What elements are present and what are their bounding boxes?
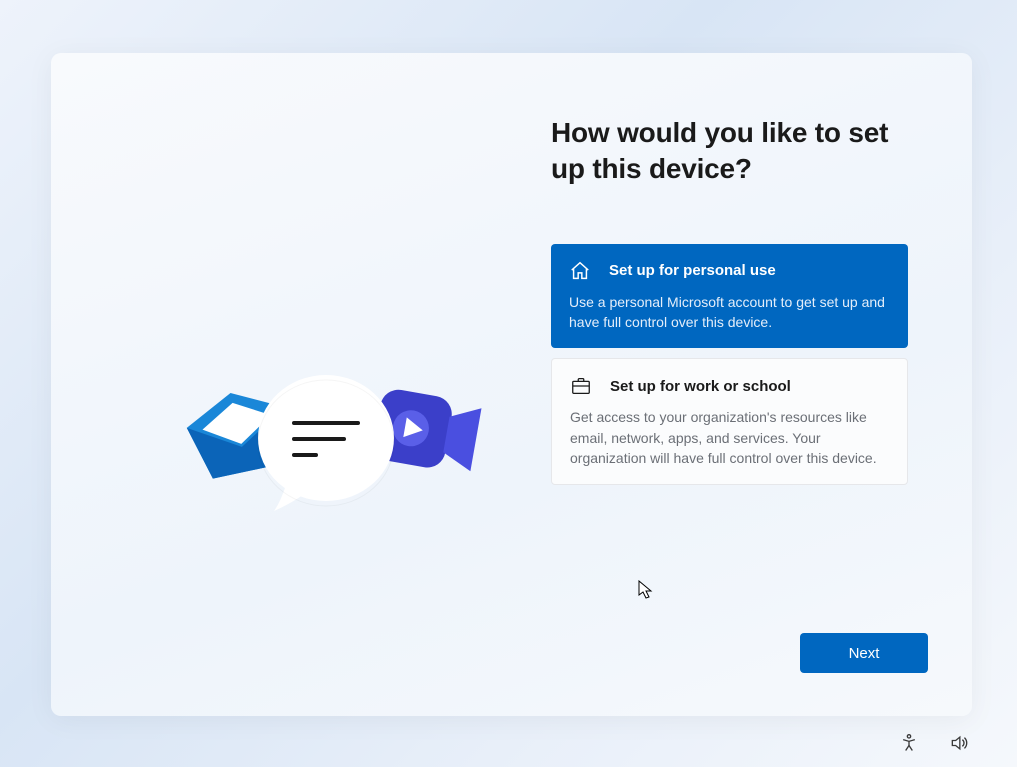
system-tray xyxy=(897,731,971,755)
option-title: Set up for personal use xyxy=(609,262,776,279)
illustration-pane xyxy=(51,53,511,716)
option-header: Set up for personal use xyxy=(569,260,890,282)
home-icon xyxy=(569,260,591,282)
volume-button[interactable] xyxy=(947,731,971,755)
option-title: Set up for work or school xyxy=(610,378,791,395)
content-pane: How would you like to set up this device… xyxy=(511,53,972,716)
briefcase-icon xyxy=(570,375,592,397)
accessibility-icon xyxy=(899,733,919,753)
option-description: Get access to your organization's resour… xyxy=(570,407,889,468)
volume-icon xyxy=(949,733,969,753)
option-header: Set up for work or school xyxy=(570,375,889,397)
option-personal-use[interactable]: Set up for personal use Use a personal M… xyxy=(551,244,908,349)
accessibility-button[interactable] xyxy=(897,731,921,755)
setup-illustration xyxy=(186,373,486,533)
page-title: How would you like to set up this device… xyxy=(551,115,912,188)
setup-card: How would you like to set up this device… xyxy=(51,53,972,716)
option-description: Use a personal Microsoft account to get … xyxy=(569,292,890,333)
option-work-school[interactable]: Set up for work or school Get access to … xyxy=(551,358,908,485)
next-button[interactable]: Next xyxy=(800,633,928,673)
